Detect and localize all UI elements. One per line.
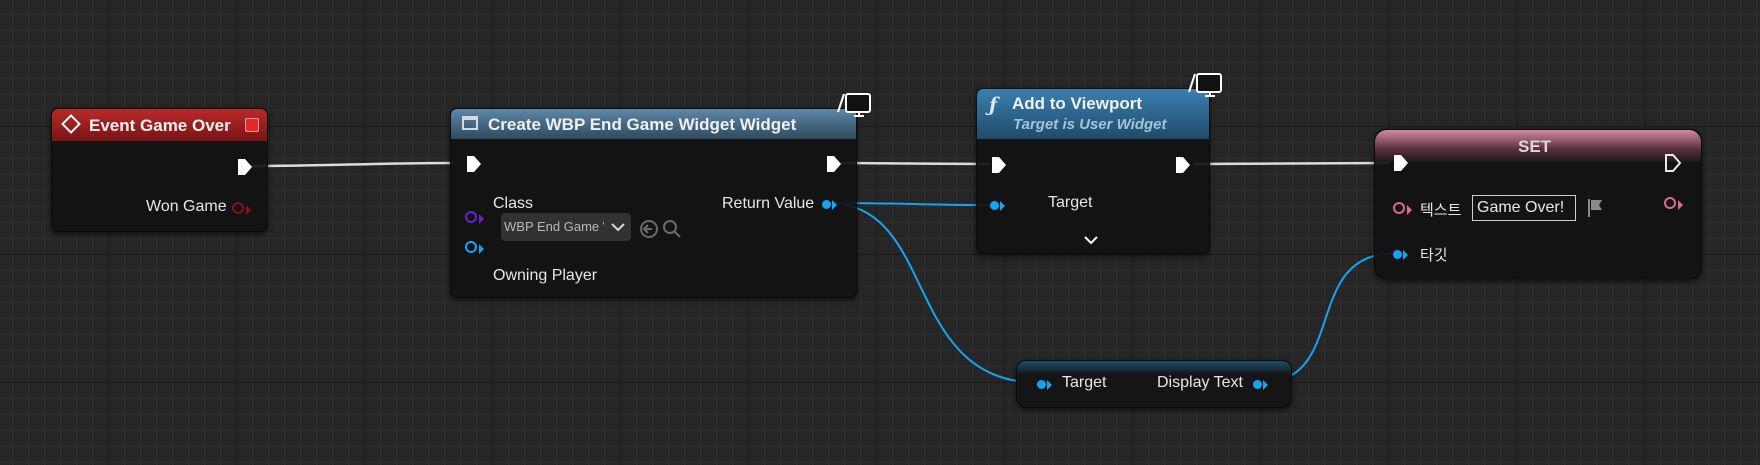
function-icon: ƒ <box>989 94 998 116</box>
owning-player-label: Owning Player <box>493 267 598 284</box>
text-pin-arrow-icon <box>1407 205 1412 215</box>
localization-flag-icon[interactable] <box>1586 197 1606 219</box>
owning-player-input-pin[interactable] <box>465 241 477 253</box>
exec-output-pin[interactable] <box>1174 156 1192 174</box>
event-node-title: Event Game Over <box>89 116 231 135</box>
class-pin-arrow-icon <box>479 214 484 224</box>
event-game-over-node[interactable]: Event Game Over Won Game <box>51 108 268 232</box>
client-only-monitor-icon <box>837 93 871 117</box>
display-text-getter-node[interactable]: Target Display Text <box>1016 360 1292 408</box>
exec-input-pin[interactable] <box>465 155 483 173</box>
event-node-header[interactable]: Event Game Over <box>52 109 267 141</box>
target-pin-arrow-icon <box>1047 380 1052 390</box>
text-output-pin[interactable] <box>1664 197 1676 209</box>
class-dropdown-value: WBP End Game Widget <box>504 219 604 234</box>
text-label: 텍스트 <box>1420 201 1462 219</box>
add-to-viewport-node[interactable]: ƒ Add to Viewport Target is User Widget … <box>976 88 1210 254</box>
target-label: Target <box>1062 374 1107 391</box>
target-input-pin[interactable] <box>1037 380 1046 389</box>
text-output-pin-arrow-icon <box>1678 200 1683 210</box>
target-pin-arrow-icon <box>1403 250 1408 260</box>
target-input-pin[interactable] <box>1393 250 1402 259</box>
delegate-pin-icon[interactable] <box>245 118 259 132</box>
create-widget-header[interactable]: Create WBP End Game Widget Widget <box>451 109 856 139</box>
target-label: 타깃 <box>1420 246 1448 264</box>
chevron-down-icon <box>611 223 625 232</box>
set-variable-node[interactable]: SET 텍스트 Game Over! 타깃 <box>1374 129 1702 279</box>
target-pin-arrow-icon <box>1000 201 1005 211</box>
text-input-pin[interactable] <box>1393 202 1405 214</box>
client-only-monitor-icon-2 <box>1188 73 1222 97</box>
exec-output-pin[interactable] <box>825 155 843 173</box>
set-node-header[interactable]: SET <box>1375 130 1701 162</box>
class-label: Class <box>493 195 534 212</box>
display-text-output-pin[interactable] <box>1253 380 1262 389</box>
browse-search-icon[interactable] <box>662 219 682 239</box>
exec-wire-event-to-create[interactable] <box>249 161 454 168</box>
owning-player-pin-arrow-icon <box>479 244 484 254</box>
target-input-pin[interactable] <box>990 201 999 210</box>
use-selected-asset-icon[interactable] <box>639 219 659 239</box>
exec-output-pin-outline[interactable] <box>1664 154 1682 172</box>
return-value-pin-arrow-icon <box>832 200 837 210</box>
return-value-label: Return Value <box>722 195 815 212</box>
create-widget-title: Create WBP End Game Widget Widget <box>488 115 797 134</box>
won-game-label: Won Game <box>146 198 227 215</box>
add-to-viewport-title: Add to Viewport <box>1012 94 1143 113</box>
event-diamond-icon <box>61 114 81 134</box>
expand-chevron-icon[interactable] <box>1084 235 1098 245</box>
won-game-pin-arrow-icon <box>246 205 251 215</box>
won-game-output-pin[interactable] <box>232 202 244 214</box>
exec-output-pin[interactable] <box>236 158 254 176</box>
widget-window-icon <box>462 116 478 130</box>
display-text-pin-arrow-icon <box>1263 380 1268 390</box>
target-label: Target <box>1048 194 1093 211</box>
exec-wire-viewport-to-set[interactable] <box>1192 161 1391 166</box>
add-to-viewport-header[interactable]: ƒ Add to Viewport Target is User Widget <box>977 89 1209 139</box>
return-value-output-pin[interactable] <box>822 200 831 209</box>
set-node-title: SET <box>1518 137 1552 156</box>
text-value: Game Over! <box>1477 199 1565 216</box>
exec-wire-create-to-viewport[interactable] <box>839 161 991 166</box>
add-to-viewport-subtitle: Target is User Widget <box>1013 116 1167 133</box>
display-text-label: Display Text <box>1157 374 1243 391</box>
class-input-pin[interactable] <box>465 211 477 223</box>
exec-input-pin[interactable] <box>990 156 1008 174</box>
text-value-box[interactable]: Game Over! <box>1472 195 1576 221</box>
exec-input-pin[interactable] <box>1392 154 1410 172</box>
class-dropdown[interactable]: WBP End Game Widget <box>501 213 631 241</box>
create-widget-node[interactable]: Create WBP End Game Widget Widget Class … <box>450 108 857 298</box>
